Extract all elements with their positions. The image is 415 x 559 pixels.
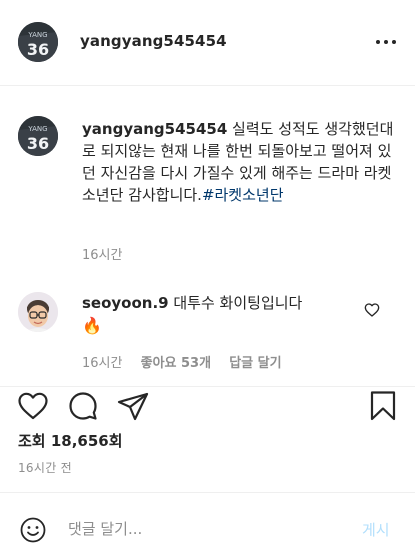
jersey-name: YANG	[27, 125, 47, 133]
bookmark-icon	[370, 391, 396, 421]
commenter-avatar[interactable]	[18, 292, 58, 332]
more-icon[interactable]	[374, 36, 398, 48]
reply-button[interactable]: 답글 달기	[229, 356, 281, 371]
comment-input[interactable]	[68, 515, 338, 543]
share-icon	[117, 392, 149, 421]
caption-timestamp: 16시간	[82, 248, 123, 263]
post-header: YANG 36 yangyang545454	[0, 0, 415, 86]
bookmark-button[interactable]	[366, 389, 400, 423]
jersey-name: YANG	[27, 31, 47, 39]
comment-username[interactable]: seoyoon.9	[82, 294, 169, 312]
emoji-icon[interactable]	[20, 517, 46, 543]
memoji-image	[18, 292, 58, 332]
hashtag-link[interactable]: #라켓소년단	[202, 186, 284, 204]
jersey-number: 36	[27, 134, 49, 153]
share-button[interactable]	[116, 389, 150, 423]
jersey-image: YANG 36	[18, 22, 58, 62]
comment-body: 대투수 화이팅입니다	[168, 294, 303, 312]
comment-meta: 16시간 좋아요 53개 답글 달기	[82, 352, 296, 371]
add-comment-bar: 게시	[0, 492, 415, 559]
jersey-image: YANG 36	[18, 116, 58, 156]
comment: seoyoon.9 대투수 화이팅입니다 🔥	[82, 292, 352, 336]
post-comment-button[interactable]: 게시	[362, 519, 390, 540]
view-count: 조회 18,656회	[18, 432, 123, 450]
comment-likes-count[interactable]: 좋아요 53개	[141, 356, 211, 371]
fire-emoji: 🔥	[82, 316, 102, 335]
caption-username[interactable]: yangyang545454	[82, 120, 227, 138]
comment-timestamp: 16시간	[82, 356, 123, 371]
heart-icon	[18, 392, 48, 420]
post-actions	[0, 386, 415, 426]
like-button[interactable]	[16, 389, 50, 423]
jersey-number: 36	[27, 40, 49, 59]
comment-icon	[69, 392, 97, 420]
comment-like-heart-icon[interactable]	[364, 302, 380, 318]
comment-button[interactable]	[66, 389, 100, 423]
caption: yangyang545454 실력도 성적도 생각했던대로 되지않는 현재 나를…	[82, 118, 404, 206]
user-avatar[interactable]: YANG 36	[18, 22, 58, 62]
caption-avatar[interactable]: YANG 36	[18, 116, 58, 156]
post-timestamp: 16시간 전	[18, 461, 73, 475]
comments-section: YANG 36 yangyang545454 실력도 성적도 생각했던대로 되지…	[0, 86, 415, 386]
header-username[interactable]: yangyang545454	[80, 32, 227, 50]
